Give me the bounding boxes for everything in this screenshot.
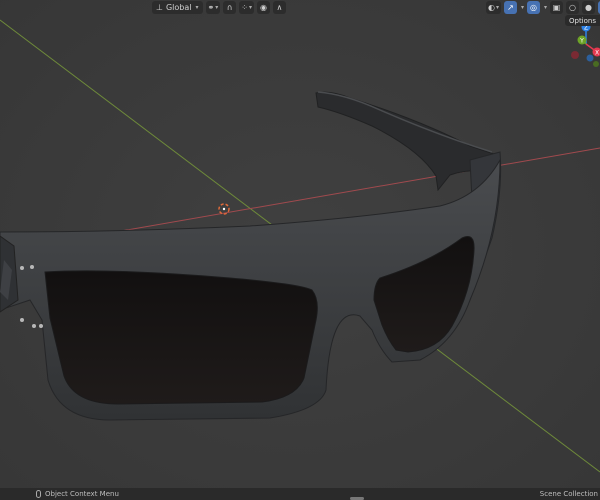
rivet xyxy=(30,265,34,269)
gizmo-neg-x[interactable] xyxy=(571,51,579,59)
solid-shading-icon: ● xyxy=(585,2,593,12)
object-visibility-dropdown[interactable]: ◐ ▾ xyxy=(486,0,501,14)
pivot-icon: ⚭ xyxy=(207,2,215,12)
eye-icon: ◐ xyxy=(488,2,495,12)
shading-solid-button[interactable]: ● xyxy=(582,0,596,14)
gizmo-toggle[interactable]: ↗ xyxy=(504,0,517,14)
shading-wireframe-button[interactable]: ○ xyxy=(566,0,580,14)
rivet xyxy=(39,324,43,328)
falloff-curve-icon: ∧ xyxy=(276,2,283,12)
proportional-falloff-dropdown[interactable]: ∧ xyxy=(272,0,286,14)
xray-toggle[interactable]: ▣ xyxy=(550,0,564,14)
scene-canvas[interactable]: Z Y X xyxy=(0,0,600,500)
3d-viewport[interactable]: Z Y X ⊥ Global ▾ ⚭ ▾ ∩ ⁘ ▾ ◉ ∧ ◐ ▾ ↗ ▾ ◎… xyxy=(0,0,600,500)
options-label: Options xyxy=(568,16,596,25)
magnet-icon: ∩ xyxy=(226,2,233,12)
options-dropdown[interactable]: Options xyxy=(564,15,600,26)
snap-toggle[interactable]: ∩ xyxy=(223,0,237,14)
transform-toolbar: ⊥ Global ▾ ⚭ ▾ ∩ ⁘ ▾ ◉ ∧ xyxy=(152,0,286,14)
overlays-dropdown-chevron[interactable]: ▾ xyxy=(544,4,547,11)
chevron-down-icon: ▾ xyxy=(248,3,252,11)
rivet xyxy=(20,266,24,270)
rivet xyxy=(20,318,24,322)
grid-snap-icon: ⁘ xyxy=(241,2,248,12)
xray-icon: ▣ xyxy=(552,2,561,12)
transform-orientation-dropdown[interactable]: ⊥ Global ▾ xyxy=(152,0,203,14)
overlays-toggle[interactable]: ◎ xyxy=(527,0,541,14)
pivot-point-dropdown[interactable]: ⚭ ▾ xyxy=(205,0,221,14)
wireframe-shading-icon: ○ xyxy=(569,2,577,12)
left-lens[interactable] xyxy=(44,270,318,405)
chevron-down-icon: ▾ xyxy=(215,3,219,11)
overlay-icon: ◎ xyxy=(530,2,537,12)
rivet xyxy=(32,324,36,328)
chevron-down-icon: ▾ xyxy=(495,3,499,11)
viewport-display-toolbar: ◐▾ ↗ ▾ ◎ ▾ ▣ ○ ● ◍ xyxy=(486,0,600,14)
proportional-edit-toggle[interactable]: ◉ xyxy=(256,0,270,14)
snap-target-dropdown[interactable]: ⁘ ▾ xyxy=(239,0,254,14)
orientation-label: Global xyxy=(165,2,192,12)
chevron-down-icon: ▾ xyxy=(195,3,199,11)
proportional-edit-icon: ◉ xyxy=(259,2,267,12)
gizmo-x-label: X xyxy=(595,50,599,57)
gizmo-neg-z[interactable] xyxy=(586,54,594,62)
status-bar: Object Context Menu Scene Collection xyxy=(0,488,600,500)
mouse-right-click-icon xyxy=(36,490,41,498)
status-collection-label: Scene Collection xyxy=(539,490,598,498)
gizmo-neg-y[interactable] xyxy=(593,61,599,67)
orientation-axis-icon: ⊥ xyxy=(156,2,163,12)
status-context-menu-label: Object Context Menu xyxy=(45,490,119,498)
gizmo-dropdown-chevron[interactable]: ▾ xyxy=(521,4,524,11)
gizmo-arrow-icon: ↗ xyxy=(507,2,514,12)
gizmo-y-label: Y xyxy=(579,38,584,45)
status-hint: Object Context Menu xyxy=(36,490,119,498)
